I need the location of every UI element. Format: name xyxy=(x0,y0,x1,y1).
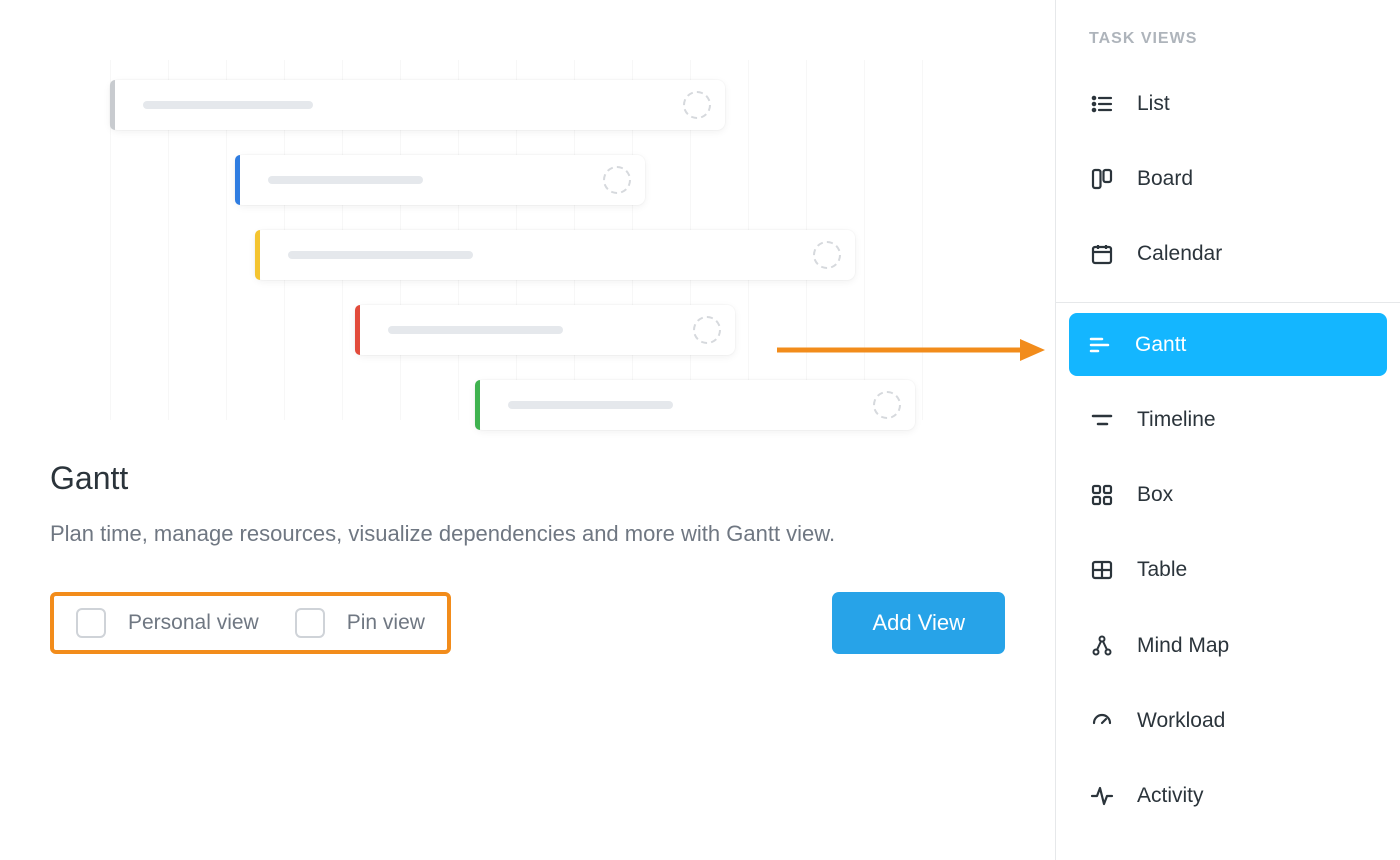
sidebar-divider xyxy=(1056,302,1400,303)
box-icon xyxy=(1089,482,1115,508)
view-option-workload[interactable]: Workload xyxy=(1071,689,1385,752)
checkbox-icon xyxy=(76,608,106,638)
sidebar-heading: TASK VIEWS xyxy=(1071,30,1385,72)
checkbox-icon xyxy=(295,608,325,638)
view-option-label: Workload xyxy=(1137,709,1225,733)
board-icon xyxy=(1089,166,1115,192)
gantt-placeholder-text xyxy=(508,401,673,409)
pin-view-label: Pin view xyxy=(347,611,425,635)
personal-view-checkbox[interactable]: Personal view xyxy=(76,608,259,638)
view-option-mindmap[interactable]: Mind Map xyxy=(1071,614,1385,677)
view-option-list[interactable]: List xyxy=(1071,72,1385,135)
gantt-icon xyxy=(1087,332,1113,358)
workload-icon xyxy=(1089,708,1115,734)
avatar-placeholder-icon xyxy=(813,241,841,269)
calendar-icon xyxy=(1089,241,1115,267)
gantt-accent xyxy=(355,305,360,355)
view-option-gantt[interactable]: Gantt xyxy=(1069,313,1387,376)
view-option-label: Table xyxy=(1137,558,1187,582)
view-option-label: Box xyxy=(1137,483,1173,507)
gantt-accent xyxy=(235,155,240,205)
activity-icon xyxy=(1089,783,1115,809)
avatar-placeholder-icon xyxy=(683,91,711,119)
avatar-placeholder-icon xyxy=(693,316,721,344)
view-option-box[interactable]: Box xyxy=(1071,463,1385,526)
gantt-bar xyxy=(110,80,725,130)
main-panel: Gantt Plan time, manage resources, visua… xyxy=(0,0,1055,860)
add-view-button[interactable]: Add View xyxy=(832,592,1005,654)
view-title: Gantt xyxy=(50,460,1005,497)
gantt-preview-illustration xyxy=(110,60,930,420)
avatar-placeholder-icon xyxy=(603,166,631,194)
view-option-label: Gantt xyxy=(1135,333,1186,357)
view-option-label: List xyxy=(1137,92,1170,116)
footer-controls: Personal view Pin view Add View xyxy=(50,592,1005,654)
mindmap-icon xyxy=(1089,633,1115,659)
timeline-icon xyxy=(1089,407,1115,433)
view-option-label: Board xyxy=(1137,167,1193,191)
view-option-calendar[interactable]: Calendar xyxy=(1071,223,1385,286)
gantt-placeholder-text xyxy=(388,326,563,334)
gantt-bar xyxy=(475,380,915,430)
gantt-placeholder-text xyxy=(143,101,313,109)
view-option-table[interactable]: Table xyxy=(1071,539,1385,602)
gantt-accent xyxy=(255,230,260,280)
view-description: Plan time, manage resources, visualize d… xyxy=(50,515,910,552)
gantt-accent xyxy=(475,380,480,430)
view-option-label: Mind Map xyxy=(1137,634,1229,658)
list-icon xyxy=(1089,91,1115,117)
gantt-placeholder-text xyxy=(288,251,473,259)
view-option-board[interactable]: Board xyxy=(1071,147,1385,210)
view-option-activity[interactable]: Activity xyxy=(1071,765,1385,828)
task-views-sidebar: TASK VIEWS List Board xyxy=(1055,0,1400,860)
view-option-timeline[interactable]: Timeline xyxy=(1071,388,1385,451)
personal-view-label: Personal view xyxy=(128,611,259,635)
gantt-accent xyxy=(110,80,115,130)
gantt-bar xyxy=(355,305,735,355)
view-options-highlight: Personal view Pin view xyxy=(50,592,451,654)
gantt-bar xyxy=(255,230,855,280)
table-icon xyxy=(1089,557,1115,583)
view-option-label: Calendar xyxy=(1137,242,1222,266)
gantt-placeholder-text xyxy=(268,176,423,184)
view-option-label: Activity xyxy=(1137,784,1204,808)
gantt-bar xyxy=(235,155,645,205)
pin-view-checkbox[interactable]: Pin view xyxy=(295,608,425,638)
avatar-placeholder-icon xyxy=(873,391,901,419)
view-option-label: Timeline xyxy=(1137,408,1216,432)
